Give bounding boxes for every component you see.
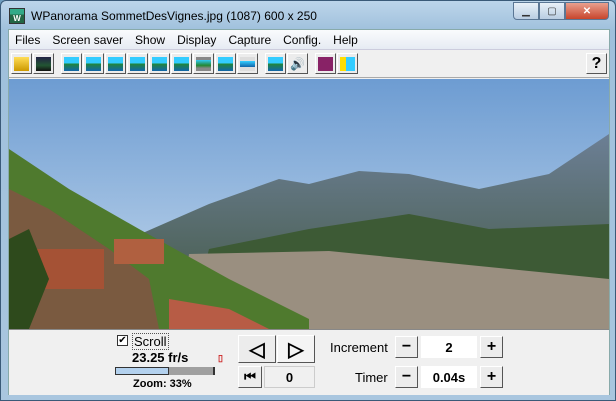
timer-label: Timer [355, 370, 388, 385]
timer-field[interactable]: 0.04s [421, 366, 477, 388]
down-left-icon [152, 56, 167, 71]
landscape-icon [218, 56, 233, 71]
maximize-button[interactable]: ▢ [539, 2, 565, 20]
help-button[interactable]: ? [586, 53, 607, 74]
center-button[interactable] [265, 53, 286, 74]
menu-config[interactable]: Config. [277, 33, 327, 47]
scroll-checkbox[interactable]: ✔ [117, 335, 128, 346]
app-icon: W [9, 8, 25, 24]
menu-files[interactable]: Files [9, 33, 46, 47]
landscape-button[interactable] [215, 53, 236, 74]
panorama-image [9, 79, 609, 329]
zoom-slider-fill [115, 367, 169, 375]
picture-button[interactable] [33, 53, 54, 74]
fit-icon [64, 56, 79, 71]
book-button[interactable] [315, 53, 336, 74]
zoom-slider[interactable] [115, 367, 215, 375]
up-right-icon [130, 56, 145, 71]
fps-readout: 23.25 fr/s [132, 350, 189, 365]
up-right-button[interactable] [127, 53, 148, 74]
open-icon [14, 56, 29, 71]
menu-capture[interactable]: Capture [222, 33, 277, 47]
fit-button[interactable] [61, 53, 82, 74]
toolbar: 🔊 ? [9, 50, 609, 78]
down-right-button[interactable] [171, 53, 192, 74]
menu-show[interactable]: Show [129, 33, 171, 47]
increment-label: Increment [330, 340, 388, 355]
sound-button[interactable]: 🔊 [287, 53, 308, 74]
strip-button[interactable] [237, 53, 258, 74]
open-button[interactable] [11, 53, 32, 74]
strip-icon [240, 56, 255, 71]
timer-plus-button[interactable]: + [480, 366, 503, 388]
increment-field[interactable]: 2 [421, 336, 477, 358]
go-start-button[interactable]: ⏮ [238, 366, 262, 388]
up-left-icon [108, 56, 123, 71]
triangle-right-icon: ▷ [288, 338, 304, 361]
move-button[interactable] [83, 53, 104, 74]
increment-minus-button[interactable]: − [395, 336, 418, 358]
scroll-right-button[interactable]: ▷ [277, 335, 315, 363]
app-window: W WPanorama SommetDesVignes.jpg (1087) 6… [0, 0, 616, 401]
minimize-button[interactable]: ▁ [513, 2, 539, 20]
film-button[interactable] [193, 53, 214, 74]
help-image-icon [340, 56, 355, 71]
scroll-left-button[interactable]: ◁ [238, 335, 276, 363]
skip-start-icon: ⏮ [244, 369, 256, 384]
menu-bar: Files Screen saver Show Display Capture … [9, 30, 609, 50]
center-icon [268, 56, 283, 71]
sound-icon: 🔊 [290, 56, 305, 71]
zoom-readout: Zoom: 33% [133, 378, 192, 390]
help-image-button[interactable] [337, 53, 358, 74]
close-button[interactable]: ✕ [565, 2, 609, 20]
window-title: WPanorama SommetDesVignes.jpg (1087) 600… [31, 9, 317, 23]
up-left-button[interactable] [105, 53, 126, 74]
book-icon [318, 56, 333, 71]
menu-screen-saver[interactable]: Screen saver [46, 33, 129, 47]
control-panel: ✔ Scroll 23.25 fr/s ▯ Zoom: 33% ◁ ▷ ⏮ 0 … [9, 329, 609, 395]
film-icon [196, 56, 211, 71]
menu-help[interactable]: Help [327, 33, 364, 47]
triangle-left-icon: ◁ [249, 338, 265, 361]
indicator-icon: ▯ [218, 353, 223, 363]
position-field: 0 [264, 366, 315, 388]
title-bar: W WPanorama SommetDesVignes.jpg (1087) 6… [9, 7, 317, 25]
move-icon [86, 56, 101, 71]
down-right-icon [174, 56, 189, 71]
down-left-button[interactable] [149, 53, 170, 74]
timer-minus-button[interactable]: − [395, 366, 418, 388]
increment-plus-button[interactable]: + [480, 336, 503, 358]
scroll-label[interactable]: Scroll [132, 333, 169, 350]
picture-icon [36, 56, 51, 71]
menu-display[interactable]: Display [171, 33, 222, 47]
